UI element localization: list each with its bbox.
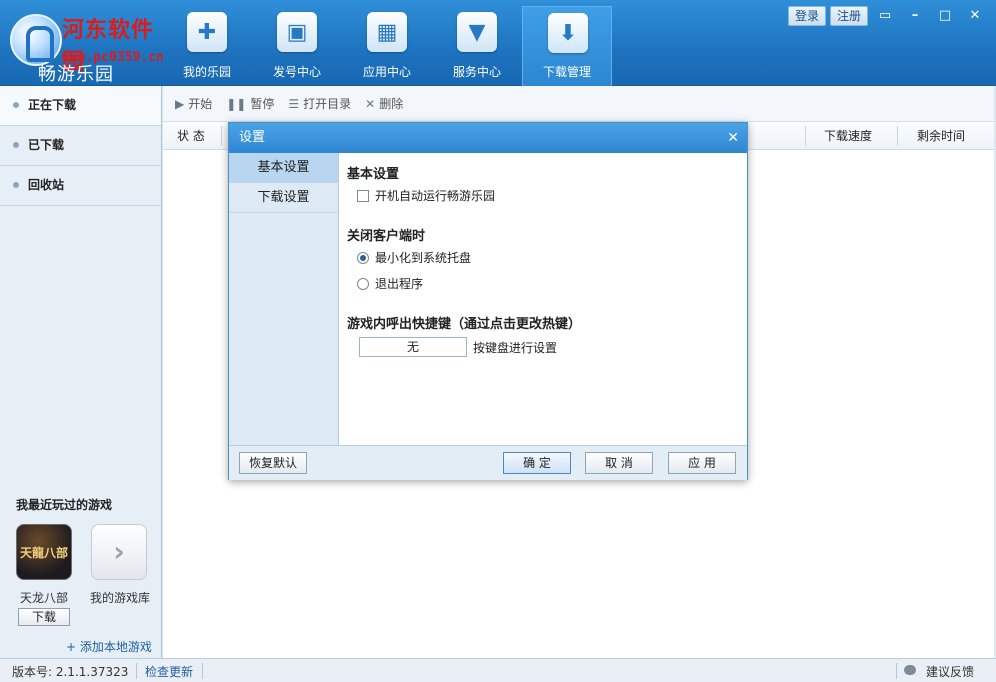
sidebar: 正在下载 已下载 回收站 我最近玩过的游戏 天龍八部 › 天龙八部 我的游戏库 … xyxy=(0,86,162,658)
statusbar-divider xyxy=(896,663,897,679)
pause-button[interactable]: ❚❚ 暂停 xyxy=(226,95,274,112)
game-tianlong-icon[interactable]: 天龍八部 xyxy=(16,524,72,580)
nav-label: 我的乐园 xyxy=(182,65,231,79)
dialog-title: 设置 xyxy=(239,130,266,145)
title-bar: 河东软件园 www.pc0359.cn 畅游乐园 ✚ 我的乐园 ▣ 发号中心 ▦… xyxy=(0,0,996,86)
minimize-icon[interactable]: – xyxy=(902,7,928,25)
column-status[interactable]: 状 态 xyxy=(177,122,205,150)
delete-button[interactable]: ✕ 删除 xyxy=(365,95,403,112)
gamepad-icon: ✚ xyxy=(187,12,227,52)
exit-radio[interactable] xyxy=(357,277,369,290)
nav-service-center[interactable]: ▼ 服务中心 xyxy=(432,6,522,86)
dialog-footer: 恢复默认 确 定 取 消 应 用 xyxy=(229,445,747,480)
sidebar-item-recycle-bin[interactable]: 回收站 xyxy=(0,166,161,206)
hotkey-input[interactable]: 无 xyxy=(359,337,467,357)
cancel-button[interactable]: 取 消 xyxy=(585,452,653,474)
main-nav: ✚ 我的乐园 ▣ 发号中心 ▦ 应用中心 ▼ 服务中心 ⬇ 下载管理 xyxy=(162,6,612,86)
bullet-icon xyxy=(13,142,19,148)
column-divider xyxy=(897,126,898,146)
pause-icon: ❚❚ xyxy=(226,96,247,111)
bullet-icon xyxy=(13,182,19,188)
hotkey-heading: 游戏内呼出快捷键（通过点击更改热键） xyxy=(347,317,582,332)
logo-icon xyxy=(10,14,62,66)
column-divider xyxy=(805,126,806,146)
check-update-link[interactable]: 检查更新 xyxy=(145,663,193,680)
game-library-label: 我的游戏库 xyxy=(89,591,150,605)
sidebar-item-downloading[interactable]: 正在下载 xyxy=(0,86,161,126)
close-client-heading: 关闭客户端时 xyxy=(347,229,426,244)
toolbar: ▶ 开始 ❚❚ 暂停 ☰ 打开目录 ✕ 删除 xyxy=(163,86,994,122)
recent-games-title: 我最近玩过的游戏 xyxy=(16,498,113,512)
dialog-close-icon[interactable]: ✕ xyxy=(727,123,739,153)
app-name: 畅游乐园 xyxy=(38,64,114,85)
maximize-icon[interactable]: □ xyxy=(932,7,958,25)
autorun-label: 开机自动运行畅游乐园 xyxy=(375,189,496,203)
register-button[interactable]: 注册 xyxy=(829,6,868,26)
nav-label: 发号中心 xyxy=(272,65,321,79)
minimize-option[interactable]: 最小化到系统托盘 xyxy=(357,249,471,266)
play-icon: ▶ xyxy=(175,96,185,111)
tie-icon: ▼ xyxy=(457,12,497,52)
bullet-icon xyxy=(13,102,19,108)
dialog-title-bar: 设置 ✕ xyxy=(229,123,747,153)
tab-download-settings[interactable]: 下载设置 xyxy=(229,183,338,213)
nav-label: 应用中心 xyxy=(362,65,411,79)
settings-dialog: 设置 ✕ 基本设置 下载设置 基本设置 开机自动运行畅游乐园 关闭客户端时 最小… xyxy=(228,122,748,480)
sidebar-item-label: 已下载 xyxy=(28,138,65,152)
game-download-button[interactable]: 下载 xyxy=(18,608,70,626)
sidebar-item-label: 回收站 xyxy=(28,178,65,192)
exit-label: 退出程序 xyxy=(375,277,424,291)
app-logo: 河东软件园 www.pc0359.cn 畅游乐园 xyxy=(6,6,171,85)
close-icon[interactable]: ✕ xyxy=(962,7,988,25)
tab-basic-settings[interactable]: 基本设置 xyxy=(229,153,338,183)
nav-gift-center[interactable]: ▣ 发号中心 xyxy=(252,6,342,86)
column-divider xyxy=(221,126,222,146)
sidebar-item-label: 正在下载 xyxy=(28,98,77,112)
pause-label: 暂停 xyxy=(250,97,275,111)
apply-button[interactable]: 应 用 xyxy=(668,452,736,474)
column-speed[interactable]: 下载速度 xyxy=(824,122,872,150)
nav-my-park[interactable]: ✚ 我的乐园 xyxy=(162,6,252,86)
nav-label: 服务中心 xyxy=(452,65,501,79)
nav-app-center[interactable]: ▦ 应用中心 xyxy=(342,6,432,86)
open-dir-label: 打开目录 xyxy=(303,97,352,111)
chat-bubble-icon xyxy=(904,665,916,675)
open-dir-button[interactable]: ☰ 打开目录 xyxy=(288,95,351,112)
delete-label: 删除 xyxy=(379,97,404,111)
add-local-game-link[interactable]: + 添加本地游戏 xyxy=(66,638,152,655)
ok-button[interactable]: 确 定 xyxy=(503,452,571,474)
gift-icon: ▣ xyxy=(277,12,317,52)
autorun-checkbox[interactable] xyxy=(357,189,369,202)
version-text: 版本号: 2.1.1.37323 xyxy=(12,665,129,679)
statusbar-divider xyxy=(136,663,137,679)
settings-content: 基本设置 开机自动运行畅游乐园 关闭客户端时 最小化到系统托盘 退出程序 游戏内… xyxy=(347,153,743,445)
start-button[interactable]: ▶ 开始 xyxy=(175,95,212,112)
hotkey-hint: 按键盘进行设置 xyxy=(473,341,558,355)
login-button[interactable]: 登录 xyxy=(787,6,826,26)
start-label: 开始 xyxy=(188,97,213,111)
nav-label: 下载管理 xyxy=(542,65,591,79)
minimize-radio[interactable] xyxy=(357,251,369,264)
minimize-label: 最小化到系统托盘 xyxy=(375,251,472,265)
game-tianlong-label: 天龙八部 xyxy=(19,591,68,605)
menu-icon[interactable]: ▭ xyxy=(872,7,898,25)
restore-default-button[interactable]: 恢复默认 xyxy=(239,452,307,474)
autorun-option[interactable]: 开机自动运行畅游乐园 xyxy=(357,187,495,204)
status-bar: 版本号: 2.1.1.37323 检查更新 建议反馈 xyxy=(0,658,996,682)
basic-settings-heading: 基本设置 xyxy=(347,167,400,182)
nav-download-manager[interactable]: ⬇ 下载管理 xyxy=(522,6,612,86)
column-remaining[interactable]: 剩余时间 xyxy=(917,122,965,150)
feedback-link[interactable]: 建议反馈 xyxy=(926,663,974,680)
settings-tabs: 基本设置 下载设置 xyxy=(229,153,339,445)
sidebar-item-downloaded[interactable]: 已下载 xyxy=(0,126,161,166)
statusbar-divider xyxy=(202,663,203,679)
game-library-icon[interactable]: › xyxy=(91,524,147,580)
delete-icon: ✕ xyxy=(365,96,376,111)
list-icon: ☰ xyxy=(288,96,300,111)
exit-option[interactable]: 退出程序 xyxy=(357,275,423,292)
apps-grid-icon: ▦ xyxy=(367,12,407,52)
download-icon: ⬇ xyxy=(548,13,588,53)
window-controls: 登录 注册 ▭ – □ ✕ xyxy=(787,6,988,26)
